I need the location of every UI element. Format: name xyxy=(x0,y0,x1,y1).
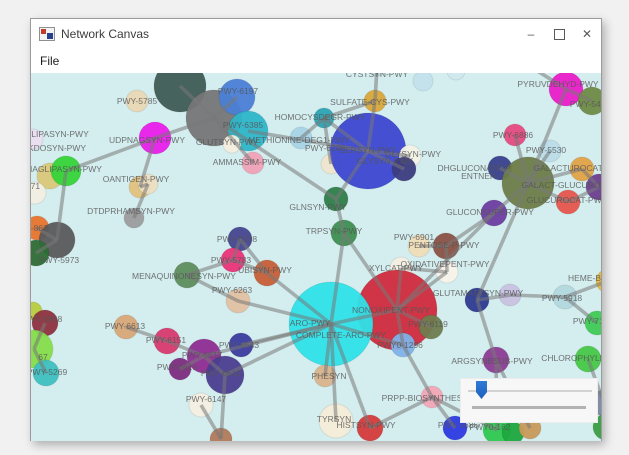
node-label: OANTIGEN-PWY xyxy=(103,174,170,184)
node-label: PWY-6617 xyxy=(182,350,223,360)
graph-edge xyxy=(403,345,432,397)
node-label: KDOSYN-PWY xyxy=(31,143,86,153)
node-label: PYRUVDEHYD-PWY xyxy=(517,79,599,89)
close-icon: ✕ xyxy=(582,27,592,41)
node-label: PWY-6708 xyxy=(217,234,258,244)
secondary-slider-track[interactable] xyxy=(472,406,586,409)
node-label: HEME-BIO xyxy=(568,273,601,283)
node-label: PWY-5269 xyxy=(31,367,67,377)
node-label: GALACTUROCAT-PWY xyxy=(534,163,602,173)
menu-item-file[interactable]: File xyxy=(31,52,68,70)
node-label: PWY-6263 xyxy=(212,285,253,295)
node-label: PWY-6886 xyxy=(493,130,534,140)
graph-node[interactable] xyxy=(413,73,433,91)
node-label: PWY-5973 xyxy=(39,255,80,265)
node-label: DTDPRHAMSYN-PWY xyxy=(87,206,175,216)
window-controls: – ✕ xyxy=(517,19,601,49)
node-label: PWY-6612 xyxy=(201,368,242,378)
graph-node[interactable] xyxy=(447,73,465,80)
node-label: NAGLIPASYN-PWY xyxy=(31,164,102,174)
node-label: PRPP-BIOSYNTHESIS xyxy=(382,393,471,403)
node-label: GLUCONSUPER-PWY xyxy=(446,207,534,217)
node-label: CHLOROPHYLL-SYN xyxy=(541,353,601,363)
node-label: PWY-6119 xyxy=(408,319,448,329)
node-label: HISTSYN-PWY xyxy=(336,420,395,430)
node-label: GLNSYN-PWY xyxy=(289,202,346,212)
node-label: GLUTAMATESYN-PWY xyxy=(433,288,524,298)
node-label: PWY-5783 xyxy=(211,255,252,265)
app-window: Network Canvas – ✕ File PWY-6197 PWY-6385… xyxy=(30,18,602,441)
node-label: 971 xyxy=(31,181,40,191)
node-label: AMMASSIM-PWY xyxy=(213,157,282,167)
node-label: ENTNER- xyxy=(461,171,499,181)
node-label: PWY-6151 xyxy=(146,335,187,345)
node-label: LIPASYN-PWY xyxy=(31,129,89,139)
node-label: PWY-6385 xyxy=(223,120,264,130)
node-label: ARO-PWY xyxy=(290,318,331,328)
node-label: CYSTSYN-PWY xyxy=(346,73,409,79)
node-label: PWY-6543 xyxy=(219,340,260,350)
slider-panel xyxy=(460,378,598,423)
node-label: NONOXIPENT-PWY xyxy=(352,305,430,315)
node-label: OXIDATIVEPENT-PWY xyxy=(400,259,489,269)
graph-edge xyxy=(477,183,528,300)
node-label: PWY0-1296 xyxy=(377,340,423,350)
menubar: File xyxy=(31,49,601,73)
node-label: PWY-5918 xyxy=(542,293,583,303)
minimize-icon: – xyxy=(528,27,535,41)
node-label: PWY-5785 xyxy=(117,96,158,106)
node-label: PWY-6613 xyxy=(105,321,146,331)
node-label: PWY-6147 xyxy=(186,394,227,404)
node-label: PENTOSE-P-PWY xyxy=(408,240,479,250)
titlebar: Network Canvas – ✕ xyxy=(31,19,601,49)
node-label: PWY0-162 xyxy=(469,422,510,432)
node-label: ARGSYNBSUB-PWY xyxy=(451,356,533,366)
node-label: 67 xyxy=(38,352,48,362)
node-label: UDPNAGSYN-PWY xyxy=(109,135,185,145)
node-label: MENAQUINONESYN-PWY xyxy=(132,271,236,281)
node-label: PWY-7159 xyxy=(573,316,601,326)
node-label: PWY-5530 xyxy=(526,145,567,155)
node-label: PWY-6619 xyxy=(157,362,198,372)
node-label: PWY-5436 xyxy=(570,99,601,109)
zoom-slider-thumb[interactable] xyxy=(476,381,487,399)
node-label: UBISYN-PWY xyxy=(238,265,292,275)
maximize-button[interactable] xyxy=(545,19,573,49)
node-label: PHESYN xyxy=(312,371,347,381)
node-label: COMPLETE-ARO-PWY xyxy=(296,330,387,340)
close-button[interactable]: ✕ xyxy=(573,19,601,49)
node-label: HOMOCYSDEGR-PWY xyxy=(275,112,366,122)
node-label: GALACT-GLUCUROCAT-PWY xyxy=(522,180,601,190)
node-label: PWY-6197 xyxy=(218,86,259,96)
node-label: GLUTSYN-PWY xyxy=(196,137,259,147)
node-label: PWY-5868 xyxy=(31,314,62,324)
winforms-form-icon xyxy=(39,27,55,41)
node-label: GLYSYN-PWY xyxy=(357,156,413,166)
node-label: 0-862 xyxy=(31,223,48,233)
minimize-button[interactable]: – xyxy=(517,19,545,49)
maximize-icon xyxy=(554,29,565,40)
network-canvas[interactable]: PWY-6197 PWY-6385 PWY-5785 UDPNAGSYN-PWY LIP… xyxy=(31,73,601,441)
window-title: Network Canvas xyxy=(61,27,517,41)
node-label: GLUCUROCAT-PWY xyxy=(527,195,601,205)
node-label: TRPSYN-PWY xyxy=(306,226,363,236)
node-label: SULFATE-CYS-PWY xyxy=(330,97,410,107)
